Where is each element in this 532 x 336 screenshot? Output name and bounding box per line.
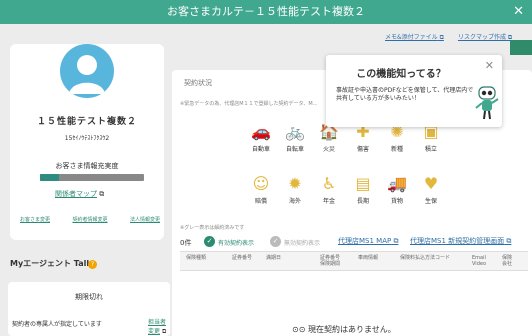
person-icon [69, 55, 105, 94]
invalid-contract-check-icon[interactable]: ✓ [270, 236, 281, 247]
insurance-type-long-term[interactable]: ▤ 長期 [350, 174, 376, 205]
insurance-type-label: 年金 [322, 198, 335, 205]
car-icon: 🚗 [251, 122, 271, 141]
change-owner-link[interactable]: 担当者変更 ⧉ [148, 317, 170, 336]
cargo-icon: 🚚 [387, 174, 407, 193]
window-title: お客さまカルテ－１５性能テスト複数２ [167, 5, 365, 18]
invalid-contract-label: 無効契約表示 [284, 240, 321, 247]
customer-card: １５性能テスト複数２ 15ｾｲﾉｳﾃｽﾄﾌｸｽｳ2 お客さま情報充実度 関係者マ… [10, 44, 164, 240]
contract-note: ※緊急データの為、代理店M１１で登録した契約データ、M… [180, 101, 318, 107]
contract-table-header: 保険種類 証券番号 満期日 証券番号 保険期間 車両情報 保険料払込方法コード … [180, 251, 528, 271]
insurance-type-liability[interactable]: ☺ 賠償 [248, 174, 274, 205]
column-header: 証券番号 [232, 255, 253, 261]
liability-icon: ☺ [252, 174, 270, 193]
insurance-type-label: 傷害 [356, 146, 369, 153]
close-icon[interactable]: ✕ [485, 59, 494, 72]
column-header: Email Video [472, 255, 487, 267]
column-header: 保険 会社 [502, 255, 513, 267]
avatar [60, 44, 114, 98]
info-completeness-fill [40, 174, 59, 181]
relation-map-link[interactable]: 関係者マップ ⧉ [55, 189, 104, 199]
talk-box: 期限切れ 契約者の専属人が指定しています 担当者変更 ⧉ [8, 282, 170, 336]
popup-body: 事故証や申込書のPDFなどを保管して、代理店内で共有している方が多いみたい！ [336, 87, 474, 102]
close-icon[interactable]: ✕ [513, 0, 524, 24]
insurance-type-label: 積立 [424, 146, 437, 153]
empty-message-text: 現在契約はありません。 [307, 325, 396, 334]
robot-icon: ⊙⊙ [292, 325, 306, 334]
agent-ms1-map-label: 代理店MS1 MAP [338, 237, 392, 245]
insurance-type-label: 新種 [390, 146, 403, 153]
insurance-type-car[interactable]: 🚗 自動車 [248, 122, 274, 153]
customer-kana: 15ｾｲﾉｳﾃｽﾄﾌｸｽｳ2 [64, 135, 110, 142]
side-tab[interactable] [510, 40, 532, 55]
external-link-icon: ⧉ [99, 190, 105, 198]
insurance-type-overseas[interactable]: ✹ 海外 [282, 174, 308, 205]
pension-icon: ♿ [321, 174, 337, 193]
risk-map-label: リスクマップ作成 [458, 34, 507, 41]
talk-status: 期限切れ [75, 293, 103, 301]
insurance-type-label: 火災 [322, 146, 335, 153]
insurance-type-label: 貨物 [390, 198, 403, 205]
life-insurance-icon: ♥ [423, 174, 439, 193]
valid-contract-check-icon[interactable]: ✓ [204, 236, 215, 247]
insurance-type-label: 海外 [288, 198, 301, 205]
info-completeness-bar [40, 174, 144, 181]
talk-message: 契約者の専属人が指定しています [12, 321, 102, 328]
contract-status-title: 契約状況 [184, 79, 212, 87]
risk-map-link[interactable]: リスクマップ作成 ⧉ [458, 32, 512, 42]
popup-title: この機能知ってる？ [356, 69, 446, 80]
edit-corporate-link[interactable]: 法人情報変更 [130, 216, 160, 223]
contract-list-panel: ※グレー表示は解約済みです 0件 ✓ 有効契約表示 ✓ 無効契約表示 代理店MS… [172, 218, 532, 336]
memo-attachment-label: メモ&添付ファイル [385, 34, 438, 41]
valid-contract-label: 有効契約表示 [218, 240, 255, 247]
bicycle-icon: 🚲 [285, 122, 305, 141]
relation-map-label: 関係者マップ [55, 190, 97, 198]
insurance-type-label: 生保 [424, 198, 437, 205]
overseas-icon: ✹ [288, 174, 302, 193]
robot-mascot-icon [475, 86, 499, 120]
insurance-type-label: 自動車 [251, 146, 270, 153]
insurance-type-bicycle[interactable]: 🚲 自転車 [282, 122, 308, 153]
insurance-type-life-insurance[interactable]: ♥ 生保 [418, 174, 444, 205]
customer-name: １５性能テスト複数２ [36, 117, 137, 127]
agent-ms1-new-link[interactable]: 代理店MS1 新規契約管理画面 ⧉ [410, 236, 511, 246]
customer-links: お客さま変更 契約者情報変更 法人情報変更 [20, 216, 160, 223]
insurance-type-label: 賠償 [254, 198, 267, 205]
column-header: 証券番号 保険期間 [320, 255, 341, 267]
feature-tip-popup: ✕ この機能知ってる？ 事故証や申込書のPDFなどを保管して、代理店内で共有して… [326, 55, 502, 127]
memo-attachment-link[interactable]: メモ&添付ファイル ⧉ [385, 32, 444, 42]
grey-note: ※グレー表示は解約済みです [180, 225, 245, 231]
agent-ms1-new-label: 代理店MS1 新規契約管理画面 [410, 237, 505, 245]
insurance-type-label: 長期 [356, 198, 369, 205]
edit-customer-link[interactable]: お客さま変更 [20, 216, 50, 223]
insurance-type-pension[interactable]: ♿ 年金 [316, 174, 342, 205]
contract-count: 0件 [180, 239, 192, 247]
long-term-icon: ▤ [355, 174, 371, 193]
info-completeness-label: お客さま情報充実度 [55, 162, 119, 170]
agent-ms1-map-link[interactable]: 代理店MS1 MAP ⧉ [338, 236, 398, 246]
help-icon[interactable]: ? [88, 260, 97, 269]
insurance-type-label: 自転車 [285, 146, 304, 153]
insurance-type-cargo[interactable]: 🚚 貨物 [384, 174, 410, 205]
column-header: 車両情報 [358, 255, 379, 261]
edit-contractor-link[interactable]: 契約者情報変更 [72, 216, 107, 223]
column-header: 保険種類 [186, 255, 207, 261]
talk-header: Myエージェント Talk [10, 259, 92, 268]
window-titlebar: お客さまカルテ－１５性能テスト複数２ ✕ [0, 0, 532, 24]
empty-message: ⊙⊙ 現在契約はありません。 [292, 324, 396, 335]
external-link-icon: ⧉ [161, 328, 167, 335]
column-header: 保険料払込方法コード [400, 255, 451, 261]
column-header: 満期日 [266, 255, 282, 261]
